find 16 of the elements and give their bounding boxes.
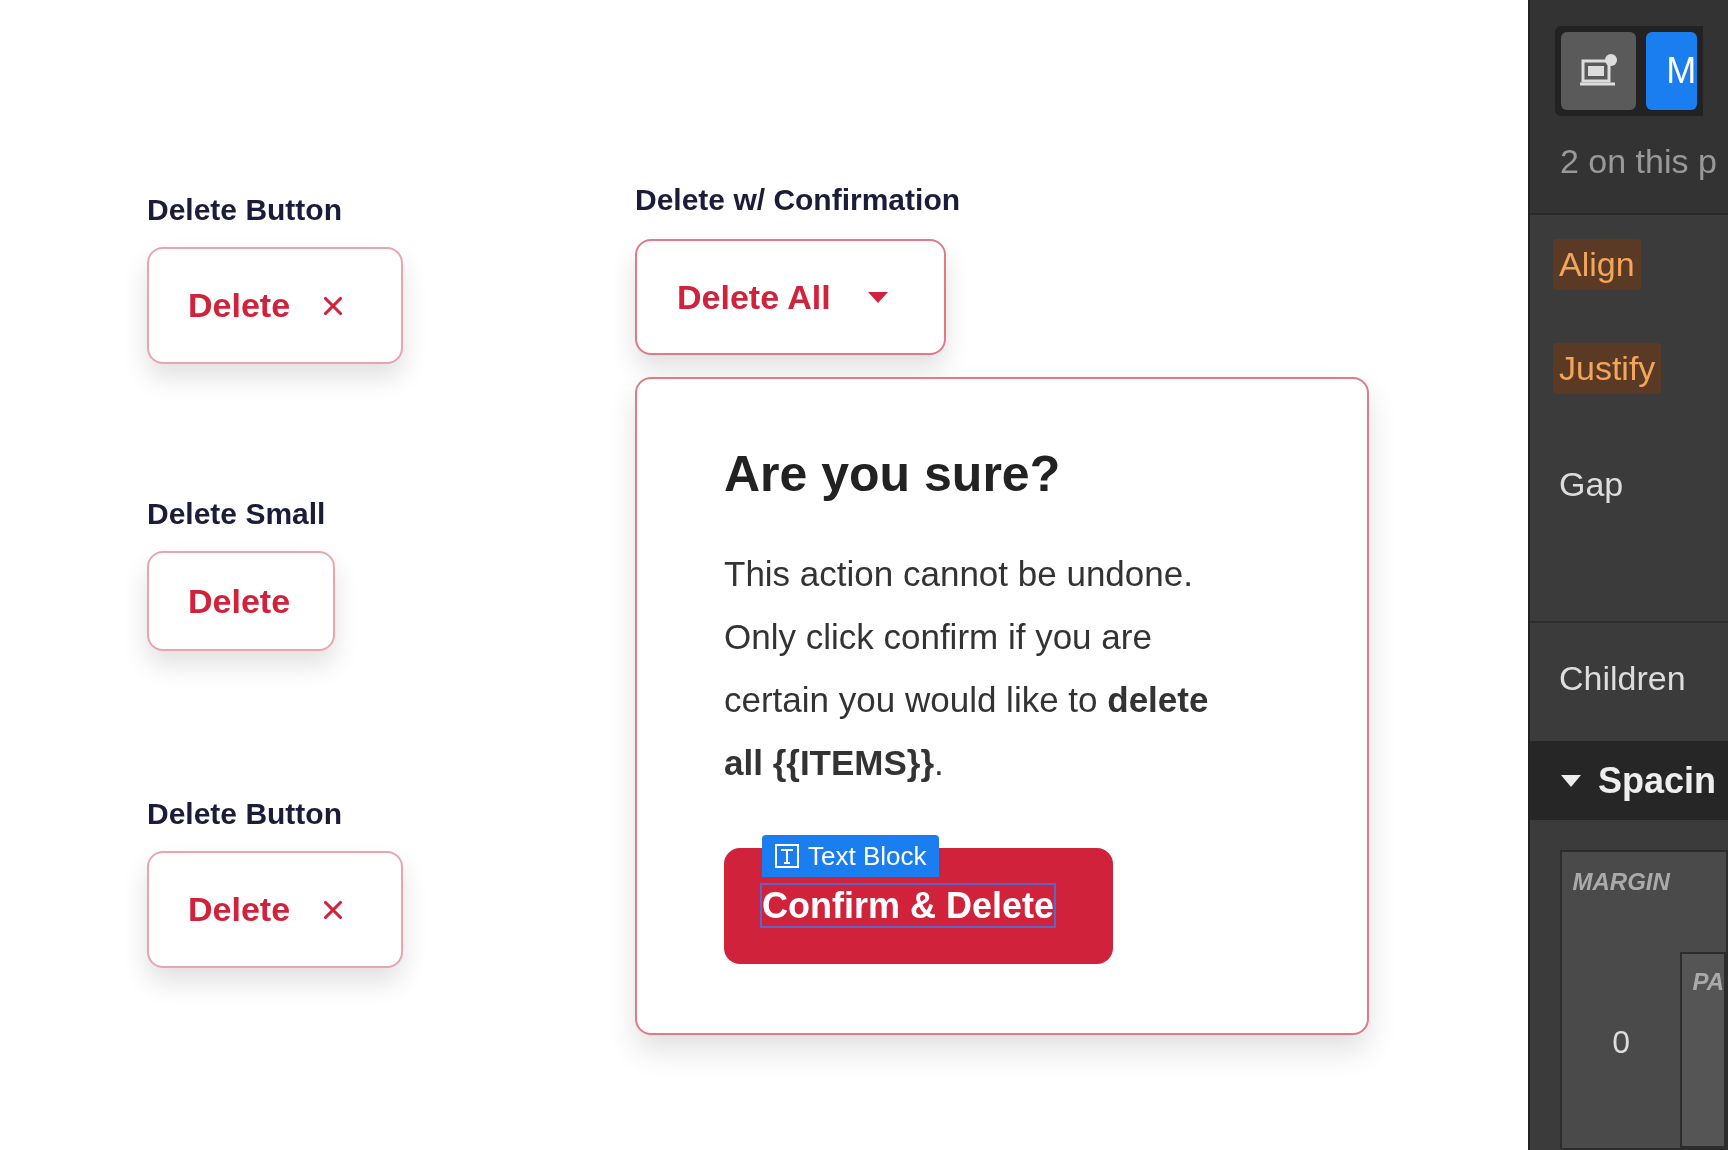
section-label: Delete Button	[147, 797, 343, 831]
property-label: Children	[1558, 658, 1687, 699]
section-title: Spacin	[1598, 758, 1717, 803]
section-label: Delete Small	[147, 497, 327, 531]
padding-label: PA	[1692, 968, 1724, 995]
modal-body: This action cannot be undone. Only click confirm if you are certain you would like to delete all {{ITEMS}}.	[724, 553, 1210, 784]
property-label: Align	[1553, 239, 1641, 290]
selection-count: 2 on this p	[1560, 142, 1717, 180]
text-block-tooltip: Text Block	[762, 835, 939, 877]
section-label: Delete Button	[147, 193, 343, 227]
margin-label: MARGIN	[1572, 867, 1670, 897]
section-label: Delete w/ Confirmation	[635, 183, 962, 217]
margin-value: 0	[1612, 1023, 1631, 1062]
modal-title: Are you sure?	[724, 445, 1062, 504]
property-label: Gap	[1558, 464, 1625, 505]
property-label: Justify	[1553, 343, 1662, 394]
